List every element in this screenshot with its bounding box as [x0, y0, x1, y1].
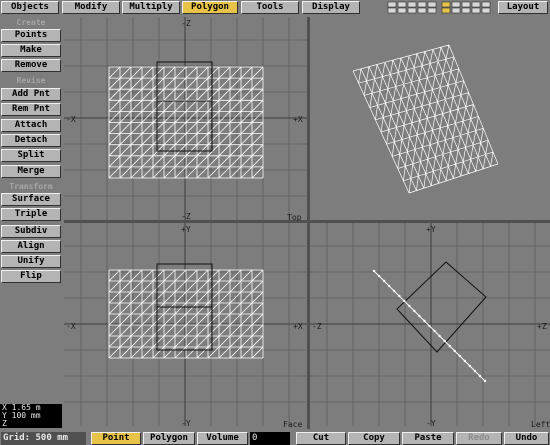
top-view-label: Top	[287, 213, 302, 222]
points-button[interactable]: Points	[1, 29, 61, 42]
layout-button[interactable]: Layout	[498, 1, 548, 14]
add-point-button[interactable]: Add Pnt	[1, 88, 61, 101]
left-view-vertex	[382, 279, 386, 283]
section-create-title: Create	[16, 18, 46, 27]
left-view-vertex	[387, 284, 391, 288]
left-view-vertex	[428, 324, 431, 328]
face-view-axis-top: +Y	[181, 225, 191, 234]
viewport-area[interactable]: -Z -Z -X +X Top +Y -Y -X +X Face +Y -Y -…	[64, 17, 550, 429]
perspective-viewport	[310, 17, 550, 220]
left-view-vertex	[408, 304, 411, 308]
tab-display[interactable]: Display	[302, 1, 360, 14]
left-view-vertex	[483, 379, 487, 383]
left-view-vertex	[458, 354, 461, 358]
subdivide-button[interactable]: Subdiv	[1, 225, 61, 238]
left-view-vertex	[377, 274, 381, 278]
section-revise-title: Revise	[16, 76, 46, 85]
tab-polygon[interactable]: Polygon	[182, 1, 238, 14]
top-view-axis-top: -Z	[181, 19, 191, 28]
left-view-vertex	[438, 334, 441, 338]
tab-multiply[interactable]: Multiply	[122, 1, 180, 14]
flip-button[interactable]: Flip	[1, 270, 61, 283]
top-view-axis-right: +X	[293, 115, 303, 124]
left-view-axis-bottom: -Y	[426, 419, 436, 428]
left-view-axis-left: -Z	[312, 322, 322, 331]
top-view-axis-bottom: -Z	[181, 212, 191, 221]
tab-objects[interactable]: Objects	[1, 1, 59, 14]
tab-modify[interactable]: Modify	[62, 1, 120, 14]
make-button[interactable]: Make	[1, 44, 61, 57]
left-view-vertex	[423, 319, 426, 323]
selection-count: 0	[250, 432, 290, 445]
attach-button[interactable]: Attach	[1, 119, 61, 132]
left-view-vertex	[478, 374, 482, 378]
face-view-axis-bottom: -Y	[181, 419, 191, 428]
viewport-divider-horizontal	[64, 220, 550, 223]
face-view-label: Face	[283, 420, 303, 429]
face-view-axis-left: -X	[66, 322, 76, 331]
left-view-vertex	[473, 369, 477, 373]
redo-button[interactable]: Redo	[456, 432, 502, 445]
cut-button[interactable]: Cut	[296, 432, 346, 445]
left-view-vertex	[453, 349, 456, 353]
viewport-canvas[interactable]	[64, 17, 550, 429]
layer-selector[interactable]	[386, 1, 496, 14]
left-view-vertex	[463, 359, 467, 363]
undo-button[interactable]: Undo	[504, 432, 549, 445]
merge-button[interactable]: Merge	[1, 165, 61, 178]
left-view-vertex	[443, 339, 446, 343]
align-button[interactable]: Align	[1, 240, 61, 253]
paste-button[interactable]: Paste	[402, 432, 454, 445]
coord-z: Z	[2, 419, 7, 428]
left-view-axis-top: +Y	[426, 225, 436, 234]
left-view-vertex	[418, 314, 421, 318]
detach-button[interactable]: Detach	[1, 134, 61, 147]
split-button[interactable]: Split	[1, 149, 61, 162]
point-mode-button[interactable]: Point	[91, 432, 141, 445]
left-view-vertex	[468, 364, 472, 368]
polygon-mode-button[interactable]: Polygon	[143, 432, 195, 445]
tab-tools[interactable]: Tools	[241, 1, 299, 14]
unify-button[interactable]: Unify	[1, 255, 61, 268]
left-view-vertex	[413, 309, 416, 313]
coordinate-readout: X 1.65 m Y 100 mm Z	[0, 404, 62, 428]
left-view-vertex	[448, 344, 451, 348]
coord-y: Y 100 mm	[2, 411, 41, 420]
top-view-axis-left: -X	[66, 115, 76, 124]
triple-button[interactable]: Triple	[1, 208, 61, 221]
left-view-vertex	[433, 329, 436, 333]
surface-button[interactable]: Surface	[1, 193, 61, 206]
left-view-axis-right: +Z	[537, 322, 547, 331]
left-view-vertex	[403, 299, 406, 303]
left-view-vertex	[372, 269, 376, 273]
remove-button[interactable]: Remove	[1, 59, 61, 72]
volume-mode-button[interactable]: Volume	[197, 432, 248, 445]
grid-size-label: Grid: 500 mm	[1, 432, 86, 445]
copy-button[interactable]: Copy	[348, 432, 400, 445]
remove-point-button[interactable]: Rem Pnt	[1, 103, 61, 116]
section-transform-title: Transform	[9, 182, 53, 191]
face-view-axis-right: +X	[293, 322, 303, 331]
left-view-vertex	[392, 289, 396, 293]
left-view-vertex	[398, 294, 401, 298]
left-view-label: Left	[531, 420, 550, 429]
